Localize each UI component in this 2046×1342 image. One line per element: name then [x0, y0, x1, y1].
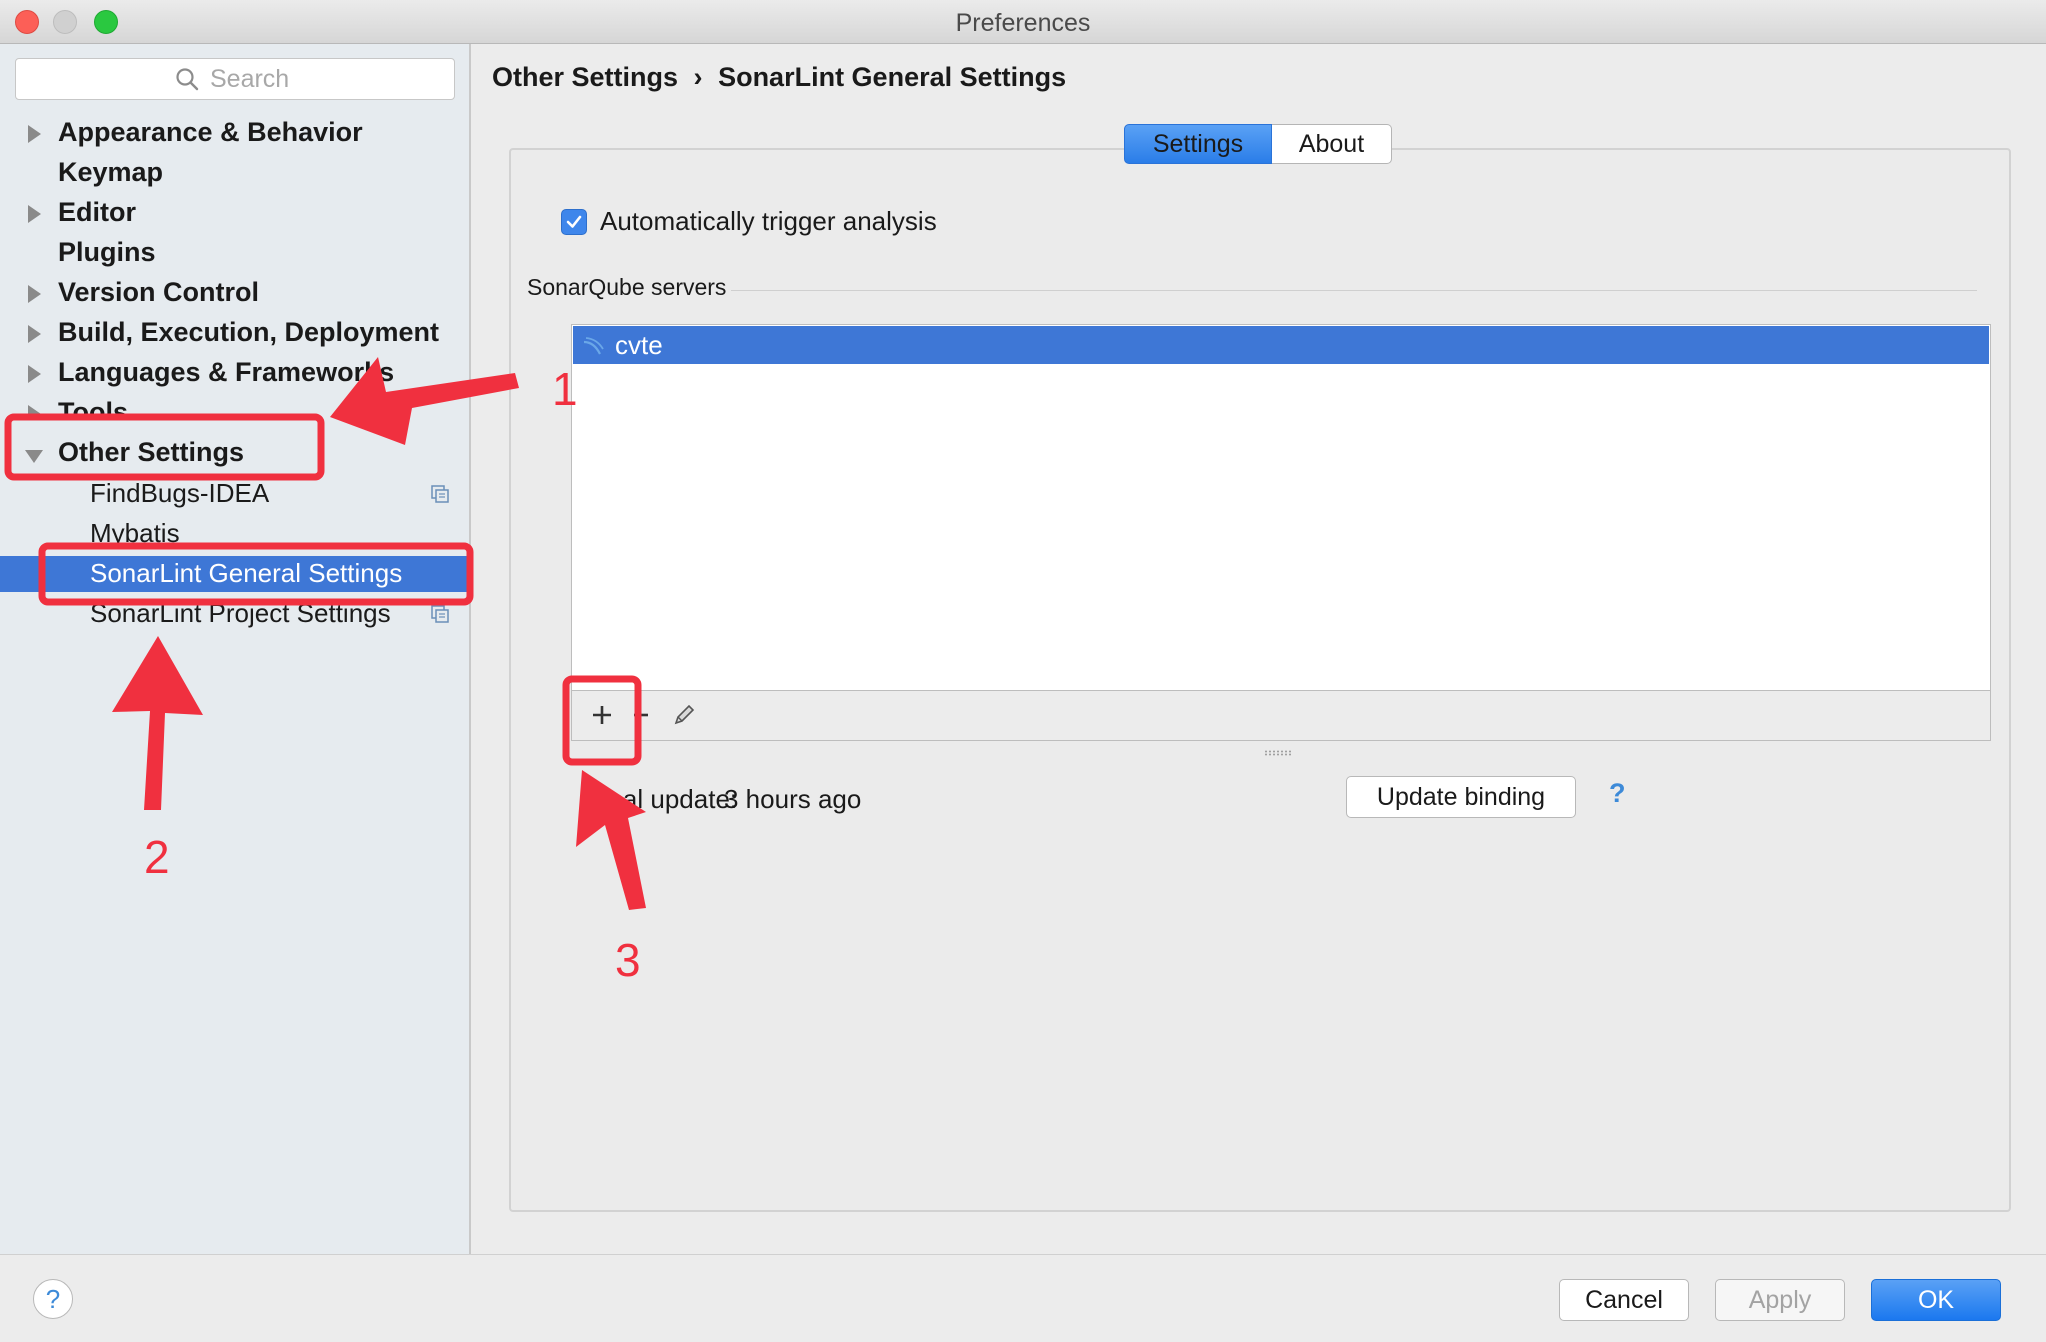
tree-item-other-settings[interactable]: Other Settings: [0, 436, 469, 472]
breadcrumb-current: SonarLint General Settings: [718, 62, 1067, 92]
tree-item-version-control[interactable]: Version Control: [0, 276, 469, 312]
tree-item-label: FindBugs-IDEA: [90, 478, 270, 508]
tree-item-findbugs-idea[interactable]: FindBugs-IDEA: [0, 476, 469, 512]
tree-item-mybatis[interactable]: Mybatis: [0, 516, 469, 552]
sonarqube-icon: [583, 337, 604, 355]
local-update-value: 3 hours ago: [724, 784, 862, 814]
expand-arrow-icon[interactable]: [28, 285, 41, 303]
update-binding-button[interactable]: Update binding: [1346, 776, 1576, 818]
expand-arrow-icon[interactable]: [28, 125, 41, 143]
annotation-number-1: 1: [552, 363, 578, 415]
help-button[interactable]: ?: [33, 1279, 73, 1319]
apply-button[interactable]: Apply: [1715, 1279, 1845, 1321]
tree-item-label: Languages & Frameworks: [58, 357, 395, 387]
tree-item-label: Other Settings: [58, 437, 245, 467]
expand-arrow-icon[interactable]: [28, 325, 41, 343]
search-icon: [176, 68, 199, 91]
tree-item-sonarlint-general-settings[interactable]: SonarLint General Settings: [0, 556, 469, 592]
add-server-button[interactable]: [586, 699, 618, 731]
tree-item-keymap[interactable]: Keymap: [0, 156, 469, 192]
tree-item-label: SonarLint Project Settings: [90, 598, 391, 628]
servers-group-title: SonarQube servers: [527, 274, 727, 300]
resize-handle-icon[interactable]: [1264, 750, 1294, 756]
tree-item-label: Version Control: [58, 277, 260, 307]
tree-item-tools[interactable]: Tools: [0, 396, 469, 414]
tree-item-label: Plugins: [58, 237, 156, 267]
settings-sidebar: Search Appearance & Behavior Keymap Edit…: [0, 44, 471, 1254]
update-help-link[interactable]: ?: [1609, 778, 1626, 809]
local-update-label: Local update:: [581, 784, 738, 814]
breadcrumb-separator: ›: [693, 62, 703, 92]
server-row-cvte[interactable]: cvte: [573, 326, 1989, 364]
annotation-number-3: 3: [615, 934, 641, 986]
auto-trigger-label[interactable]: Automatically trigger analysis: [600, 206, 937, 237]
server-list[interactable]: cvte: [571, 324, 1991, 691]
server-list-toolbar: [571, 691, 1991, 741]
tab-bar: Settings About: [1124, 124, 1392, 164]
tree-item-label: Keymap: [58, 157, 164, 187]
tree-item-label: Appearance & Behavior: [58, 117, 363, 147]
dialog-footer: ? Cancel Apply OK: [0, 1254, 2046, 1342]
tree-item-label: Build, Execution, Deployment: [58, 317, 440, 347]
project-level-icon: [431, 485, 449, 503]
tree-item-editor[interactable]: Editor: [0, 196, 469, 232]
settings-content: Other Settings › SonarLint General Setti…: [471, 44, 2046, 1254]
tree-item-label: SonarLint General Settings: [90, 558, 403, 588]
tree-item-appearance-behavior[interactable]: Appearance & Behavior: [0, 116, 469, 152]
tree-item-label: Editor: [58, 197, 136, 227]
group-divider: [731, 290, 1977, 291]
edit-server-button[interactable]: [668, 699, 700, 731]
search-placeholder: Search: [210, 65, 290, 93]
checkmark-icon: [566, 215, 582, 228]
ok-button[interactable]: OK: [1871, 1279, 2001, 1321]
tree-item-plugins[interactable]: Plugins: [0, 236, 469, 272]
tree-item-label: Mybatis: [90, 518, 180, 548]
server-name: cvte: [615, 330, 663, 360]
remove-server-button[interactable]: [626, 699, 658, 731]
annotation-number-2: 2: [144, 831, 170, 883]
search-input[interactable]: Search: [15, 58, 455, 100]
collapse-arrow-icon[interactable]: [25, 450, 43, 463]
expand-arrow-icon[interactable]: [28, 205, 41, 223]
tree-item-languages-frameworks[interactable]: Languages & Frameworks: [0, 356, 469, 392]
tree-item-build-execution-deployment[interactable]: Build, Execution, Deployment: [0, 316, 469, 352]
settings-panel: Automatically trigger analysis SonarQube…: [509, 148, 2011, 1212]
tab-settings[interactable]: Settings: [1124, 124, 1272, 164]
auto-trigger-checkbox[interactable]: [561, 209, 587, 235]
project-level-icon: [431, 605, 449, 623]
expand-arrow-icon[interactable]: [28, 365, 41, 383]
cancel-button[interactable]: Cancel: [1559, 1279, 1689, 1321]
breadcrumb: Other Settings › SonarLint General Setti…: [492, 62, 1074, 93]
breadcrumb-parent: Other Settings: [492, 62, 679, 92]
tree-item-label: Tools: [58, 397, 128, 414]
tab-about[interactable]: About: [1272, 124, 1392, 164]
window-title: Preferences: [955, 9, 1091, 37]
tree-item-sonarlint-project-settings[interactable]: SonarLint Project Settings: [0, 596, 469, 632]
title-bar: Preferences: [0, 0, 2046, 44]
expand-arrow-icon[interactable]: [28, 405, 41, 414]
